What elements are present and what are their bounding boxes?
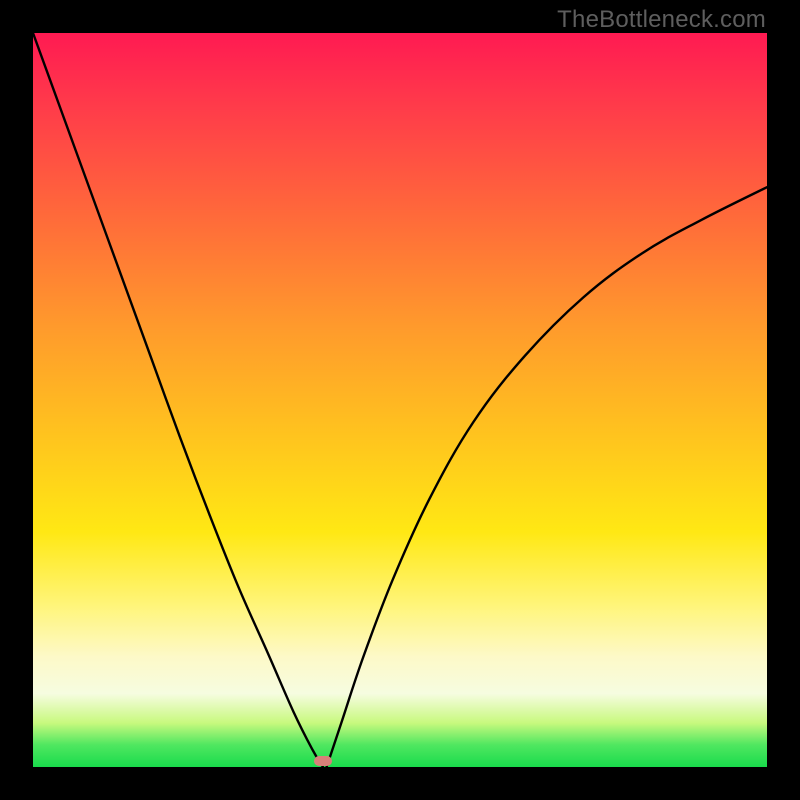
bottleneck-curve <box>33 33 767 767</box>
optimum-marker <box>314 756 332 766</box>
plot-area <box>33 33 767 767</box>
chart-frame: TheBottleneck.com <box>0 0 800 800</box>
curve-right-branch <box>327 187 767 767</box>
watermark-text: TheBottleneck.com <box>557 6 766 34</box>
curve-left-branch <box>33 33 323 767</box>
